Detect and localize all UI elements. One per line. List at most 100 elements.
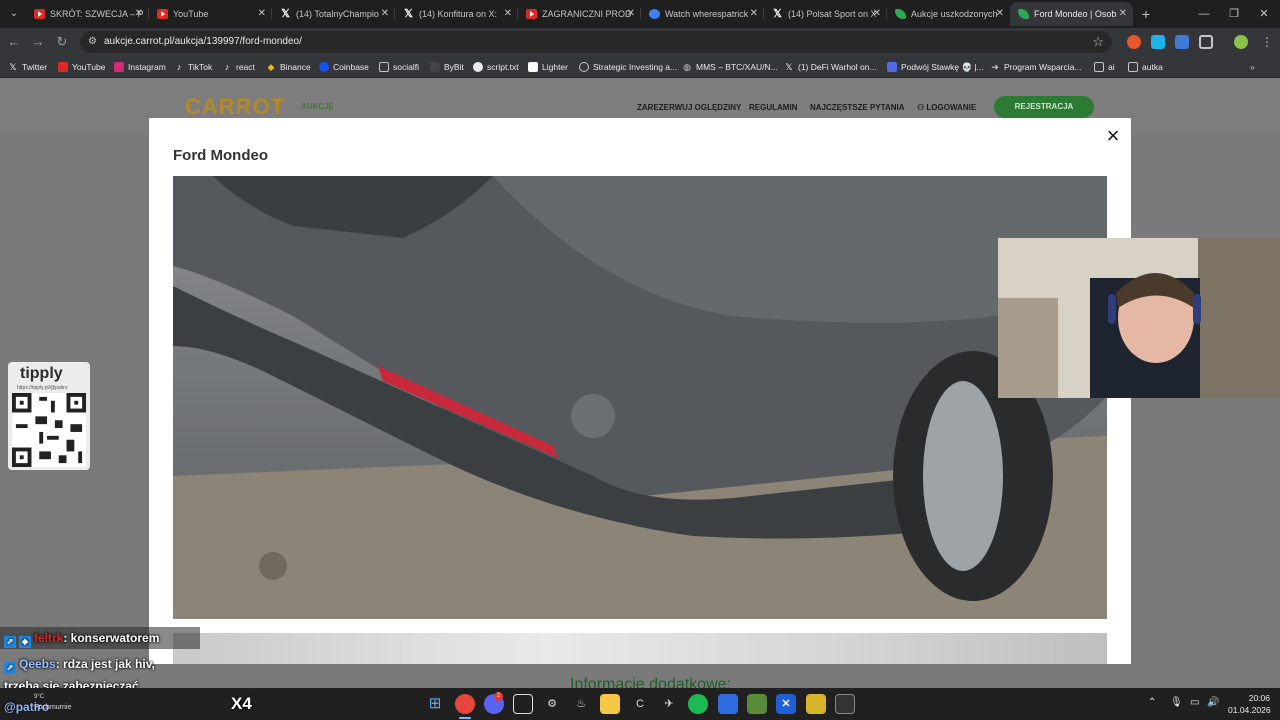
close-tab-icon[interactable]: ✕ xyxy=(504,2,512,26)
app-icon[interactable] xyxy=(513,694,533,714)
bookmark-item[interactable]: ♪ react xyxy=(222,56,255,78)
forward-icon[interactable]: → xyxy=(28,32,48,52)
close-tab-icon[interactable]: ✕ xyxy=(381,2,389,26)
tab-youtube[interactable]: YouTube ✕ xyxy=(149,2,272,26)
close-tab-icon[interactable]: ✕ xyxy=(627,2,635,26)
extension-fox-icon[interactable] xyxy=(1127,35,1141,49)
watch-site-icon xyxy=(649,9,660,19)
close-tab-icon[interactable]: ✕ xyxy=(873,2,881,26)
close-icon[interactable]: × xyxy=(1101,124,1125,148)
tab-ford-mondeo[interactable]: Ford Mondeo | Osob ✕ xyxy=(1010,2,1133,26)
close-tab-icon[interactable]: ✕ xyxy=(750,2,758,26)
bookmark-item[interactable]: YouTube xyxy=(58,56,105,78)
close-tab-icon[interactable]: ✕ xyxy=(258,2,266,26)
volume-icon[interactable]: 🔊 xyxy=(1207,697,1219,708)
bookmark-item[interactable]: ByBit xyxy=(430,56,464,78)
tab-zagraniczni[interactable]: ZAGRANICZNI PROD ✕ xyxy=(518,2,641,26)
steam-icon[interactable]: ♨ xyxy=(571,694,591,714)
close-window-icon[interactable]: ✕ xyxy=(1254,4,1274,24)
tab-aukcje[interactable]: Aukcje uszkodzonych ✕ xyxy=(887,2,1010,26)
tab-watch[interactable]: Watch wherespatrick ✕ xyxy=(641,2,764,26)
nav-login[interactable]: ⚇ LOGOWANIE xyxy=(917,103,976,112)
browser-menu-icon[interactable]: ⋮ xyxy=(1260,35,1274,49)
bookmark-folder[interactable]: socialfi xyxy=(379,56,419,78)
bookmark-item[interactable]: ◆ Binance xyxy=(266,56,311,78)
nav-faq[interactable]: NAJCZĘSTSZE PYTANIA xyxy=(810,103,905,112)
extension-blue-icon[interactable] xyxy=(1151,35,1165,49)
app-icon[interactable]: C xyxy=(630,694,650,714)
microphone-icon[interactable]: 🎙 xyxy=(1170,697,1183,708)
clock-time[interactable]: 20:06 xyxy=(1244,693,1270,703)
tab-polsat[interactable]: 𝕏 (14) Polsat Sport on X ✕ xyxy=(764,2,887,26)
tab-search-icon[interactable]: ⌄ xyxy=(4,4,24,24)
tab-totalnychampion[interactable]: 𝕏 (14) TotalnyChampio ✕ xyxy=(272,2,395,26)
bookmark-item[interactable]: Instagram xyxy=(114,56,166,78)
nav-reserve-inspection[interactable]: ZAREZERWUJ OGLĘDZINY xyxy=(637,103,741,112)
reload-icon[interactable]: ↻ xyxy=(52,32,72,52)
bookmark-item[interactable]: Podwój Stawkę 💀 |... xyxy=(887,56,984,78)
dirt xyxy=(259,552,287,580)
bookmark-item[interactable]: Lighter xyxy=(528,56,568,78)
new-tab-button[interactable]: + xyxy=(1136,4,1156,24)
app-icon[interactable] xyxy=(806,694,826,714)
address-bar[interactable]: ⚙ aukcje.carrot.pl/aukcja/139997/ford-mo… xyxy=(80,31,1112,53)
nav-regulations[interactable]: REGULAMIN xyxy=(749,103,797,112)
tab-szwecja[interactable]: SKRÓT: SZWECJA – P ✕ xyxy=(26,2,149,26)
bookmark-star-icon[interactable]: ☆ xyxy=(1092,33,1104,51)
close-tab-icon[interactable]: ✕ xyxy=(996,2,1004,26)
terminal-icon[interactable] xyxy=(835,694,855,714)
minimize-icon[interactable]: — xyxy=(1194,4,1214,24)
restore-icon[interactable]: ❐ xyxy=(1224,4,1244,24)
close-tab-icon[interactable]: ✕ xyxy=(135,2,143,26)
x-logo-icon: 𝕏 xyxy=(281,8,290,20)
tab-label: Aukcje uszkodzonych xyxy=(911,9,998,19)
car-photo[interactable] xyxy=(173,176,1107,619)
back-icon[interactable]: ← xyxy=(4,32,24,52)
chrome-icon[interactable] xyxy=(455,694,475,714)
next-photo-strip[interactable] xyxy=(173,633,1107,664)
minecraft-icon[interactable] xyxy=(747,694,767,714)
bookmark-item[interactable]: ◍ MMS – BTC/XAU/N... xyxy=(682,56,778,78)
register-button[interactable]: REJESTRACJA xyxy=(994,96,1094,118)
bookmark-item[interactable]: Coinbase xyxy=(319,56,369,78)
x-app-icon[interactable]: ✕ xyxy=(776,694,796,714)
url-text[interactable]: aukcje.carrot.pl/aukcja/139997/ford-mond… xyxy=(104,31,302,53)
chat-message: ⇗ Qeebs: rdza jest jak hiv, xyxy=(4,657,155,674)
app-icon[interactable]: ✈ xyxy=(659,694,679,714)
bookmark-item[interactable]: script.txt xyxy=(473,56,519,78)
file-explorer-icon[interactable] xyxy=(600,694,620,714)
network-icon[interactable]: ▭ xyxy=(1190,697,1199,708)
tab-konfitura[interactable]: 𝕏 (14) Konfitura on X: ✕ xyxy=(395,2,518,26)
spotify-icon[interactable] xyxy=(688,694,708,714)
bookmark-folder[interactable]: autka xyxy=(1128,56,1163,78)
tab-label: SKRÓT: SZWECJA – P xyxy=(50,9,144,19)
extension-translate-icon[interactable] xyxy=(1175,35,1189,49)
windows-start-icon[interactable]: ⊞ xyxy=(425,694,445,714)
clock-date[interactable]: 01.04.2026 xyxy=(1228,705,1271,715)
tray-chevron-icon[interactable]: ⌃ xyxy=(1148,697,1156,708)
notification-badge: 2 xyxy=(494,692,503,701)
bookmark-item[interactable]: 𝕏 Twitter xyxy=(8,56,47,78)
bookmark-item[interactable]: 𝕏 (1) DeFi Warhol on... xyxy=(784,56,876,78)
tiktok-icon: ♪ xyxy=(176,62,182,72)
windows-taskbar: ⊞ 2 ⚙ ♨ C ✈ ✕ ⌃ 🎙 ▭ 🔊 20:06 01.04.2026 xyxy=(0,688,1280,720)
extensions-puzzle-icon[interactable] xyxy=(1199,35,1213,49)
bookmark-item[interactable]: ➜ Program Wsparcia... xyxy=(990,56,1081,78)
carrot-logo[interactable]: CARROT xyxy=(185,94,285,120)
tab-label: Watch wherespatrick xyxy=(665,9,749,19)
app-icon[interactable] xyxy=(718,694,738,714)
bookmark-item[interactable]: ♪ TikTok xyxy=(174,56,213,78)
more-bookmarks-icon[interactable]: » xyxy=(1250,56,1255,78)
bookmark-folder[interactable]: ai xyxy=(1094,56,1115,78)
qr-code xyxy=(12,393,86,467)
carrot-site-icon xyxy=(895,9,906,19)
carrot-site-icon xyxy=(1018,9,1029,19)
gear-app-icon[interactable]: ⚙ xyxy=(542,694,562,714)
close-tab-icon[interactable]: ✕ xyxy=(1119,2,1127,26)
site-info-icon[interactable]: ⚙ xyxy=(88,35,102,49)
profile-avatar-icon[interactable] xyxy=(1234,35,1248,49)
tab-label: (14) TotalnyChampio xyxy=(296,9,379,19)
bookmark-item[interactable]: Strategic Investing a... xyxy=(579,56,677,78)
globe-icon: ◍ xyxy=(683,62,691,72)
tab-strip: ⌄ SKRÓT: SZWECJA – P ✕ YouTube ✕ 𝕏 (14) … xyxy=(0,0,1280,28)
